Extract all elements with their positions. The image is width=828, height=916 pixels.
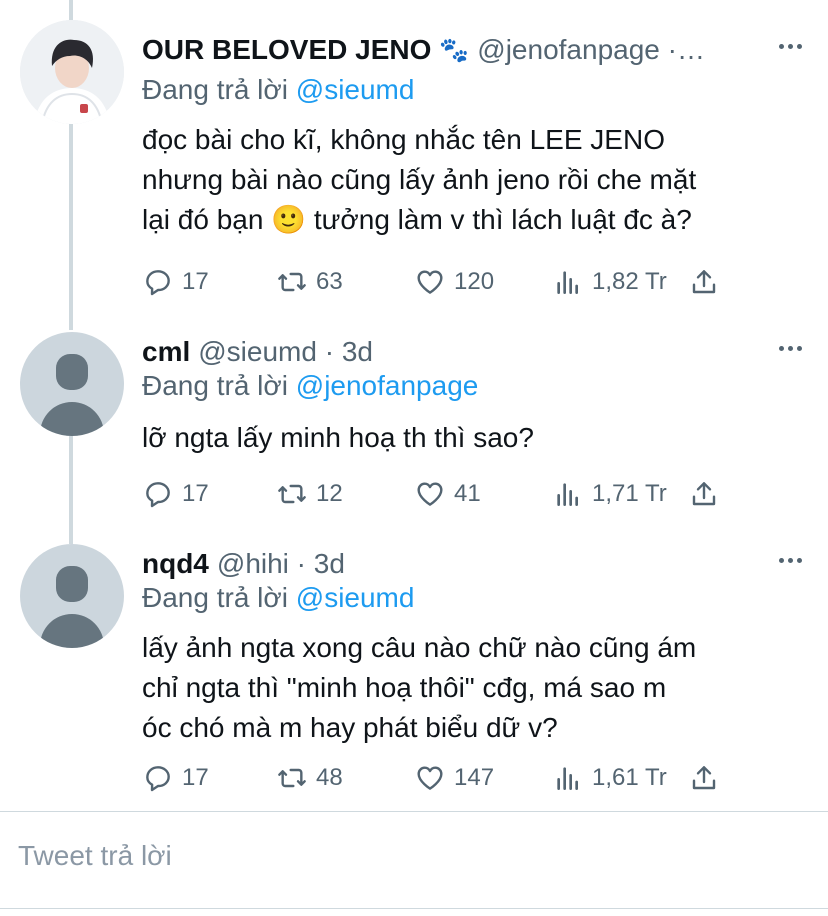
tweet-header: cml @sieumd · 3d <box>142 332 373 372</box>
tweet-text-line: lỡ ngta lấy minh hoạ th thì sao? <box>142 422 534 453</box>
tweet-actions: 17 63 120 1,82 Tr <box>142 264 742 304</box>
tweet-text: đọc bài cho kĩ, không nhắc tên LEE JENO … <box>142 120 802 240</box>
handle[interactable]: @sieumd · 3d <box>198 336 373 368</box>
share-icon <box>692 766 716 790</box>
reply-count: 17 <box>182 764 209 791</box>
like-button[interactable]: 120 <box>414 264 494 300</box>
paw-emoji: 🐾 <box>439 36 470 64</box>
tweet-actions: 17 48 147 1,61 Tr <box>142 760 742 800</box>
heart-icon <box>417 270 443 294</box>
retweet-button[interactable]: 12 <box>276 476 343 512</box>
tweet-text: lỡ ngta lấy minh hoạ th thì sao? <box>142 418 802 458</box>
reply-context: Đang trả lời @sieumd <box>142 582 414 614</box>
retweet-icon <box>278 272 306 292</box>
views-button[interactable]: 1,82 Tr <box>552 264 667 300</box>
retweet-button[interactable]: 48 <box>276 760 343 796</box>
reply-count: 17 <box>182 268 209 295</box>
retweet-count: 63 <box>316 268 343 295</box>
views-count: 1,71 Tr <box>592 480 667 507</box>
views-icon <box>557 483 578 506</box>
views-button[interactable]: 1,71 Tr <box>552 476 667 512</box>
display-name[interactable]: OUR BELOVED JENO <box>142 34 431 66</box>
avatar-photo <box>20 20 124 124</box>
like-count: 120 <box>454 268 495 295</box>
share-button[interactable] <box>688 264 728 300</box>
share-button[interactable] <box>688 476 728 512</box>
reply-icon <box>146 270 170 296</box>
reply-prefix: Đang trả lời <box>142 370 288 401</box>
views-icon <box>557 271 578 294</box>
avatar[interactable] <box>20 544 124 648</box>
tweet-header: OUR BELOVED JENO 🐾 @jenofanpage ·… <box>142 30 705 70</box>
tweet[interactable]: OUR BELOVED JENO 🐾 @jenofanpage ·… Đang … <box>0 20 828 320</box>
tweet-text-line: nhưng bài nào cũng lấy ảnh jeno rồi che … <box>142 164 697 195</box>
avatar[interactable] <box>20 332 124 436</box>
reply-mention-link[interactable]: @jenofanpage <box>296 370 479 401</box>
reply-icon <box>146 482 170 508</box>
tweet-text-line: đọc bài cho kĩ, không nhắc tên LEE JENO <box>142 124 665 155</box>
reply-prefix: Đang trả lời <box>142 74 288 105</box>
reply-button[interactable]: 17 <box>142 760 209 796</box>
like-button[interactable]: 147 <box>414 760 494 796</box>
retweet-icon <box>278 768 306 788</box>
views-icon <box>557 767 578 790</box>
tweet-text-line: lấy ảnh ngta xong câu nào chữ nào cũng á… <box>142 632 697 663</box>
tweet-actions: 17 12 41 1,71 Tr <box>142 476 742 516</box>
handle[interactable]: @jenofanpage ·… <box>477 34 705 66</box>
tweet-text: lấy ảnh ngta xong câu nào chữ nào cũng á… <box>142 628 802 748</box>
like-count: 147 <box>454 764 495 791</box>
heart-icon <box>417 482 443 506</box>
reply-count: 17 <box>182 480 209 507</box>
retweet-count: 12 <box>316 480 343 507</box>
heart-icon <box>417 766 443 790</box>
reply-prefix: Đang trả lời <box>142 582 288 613</box>
retweet-icon <box>278 484 306 504</box>
avatar[interactable] <box>20 20 124 124</box>
tweet[interactable]: nqd4 @hihi · 3d Đang trả lời @sieumd lấy… <box>0 544 828 804</box>
share-icon <box>692 482 716 506</box>
display-name[interactable]: nqd4 <box>142 548 209 580</box>
views-count: 1,61 Tr <box>592 764 667 791</box>
retweet-button[interactable]: 63 <box>276 264 343 300</box>
more-options-icon[interactable] <box>779 558 802 563</box>
like-button[interactable]: 41 <box>414 476 481 512</box>
display-name[interactable]: cml <box>142 336 190 368</box>
handle[interactable]: @hihi · 3d <box>217 548 345 580</box>
share-button[interactable] <box>688 760 728 796</box>
more-options-icon[interactable] <box>779 346 802 351</box>
divider <box>0 908 828 909</box>
reply-compose-input[interactable]: Tweet trả lời <box>18 840 172 872</box>
views-button[interactable]: 1,61 Tr <box>552 760 667 796</box>
tweet-text-line: chỉ ngta thì "minh hoạ thôi" cđg, má sao… <box>142 672 667 703</box>
tweet-text-line: lại đó bạn 🙂 tưởng làm v thì lách luật đ… <box>142 204 692 235</box>
share-icon <box>692 270 716 294</box>
reply-mention-link[interactable]: @sieumd <box>296 582 415 613</box>
retweet-count: 48 <box>316 764 343 791</box>
tweet[interactable]: cml @sieumd · 3d Đang trả lời @jenofanpa… <box>0 332 828 532</box>
reply-mention-link[interactable]: @sieumd <box>296 74 415 105</box>
reply-icon <box>146 766 170 792</box>
reply-context: Đang trả lời @jenofanpage <box>142 370 478 402</box>
reply-button[interactable]: 17 <box>142 476 209 512</box>
tweet-header: nqd4 @hihi · 3d <box>142 544 345 584</box>
reply-button[interactable]: 17 <box>142 264 209 300</box>
tweet-text-line: óc chó mà m hay phát biểu dữ v? <box>142 712 558 743</box>
reply-context: Đang trả lời @sieumd <box>142 74 414 106</box>
divider <box>0 811 828 812</box>
like-count: 41 <box>454 480 481 507</box>
thread-line <box>69 0 73 20</box>
more-options-icon[interactable] <box>779 44 802 49</box>
views-count: 1,82 Tr <box>592 268 667 295</box>
